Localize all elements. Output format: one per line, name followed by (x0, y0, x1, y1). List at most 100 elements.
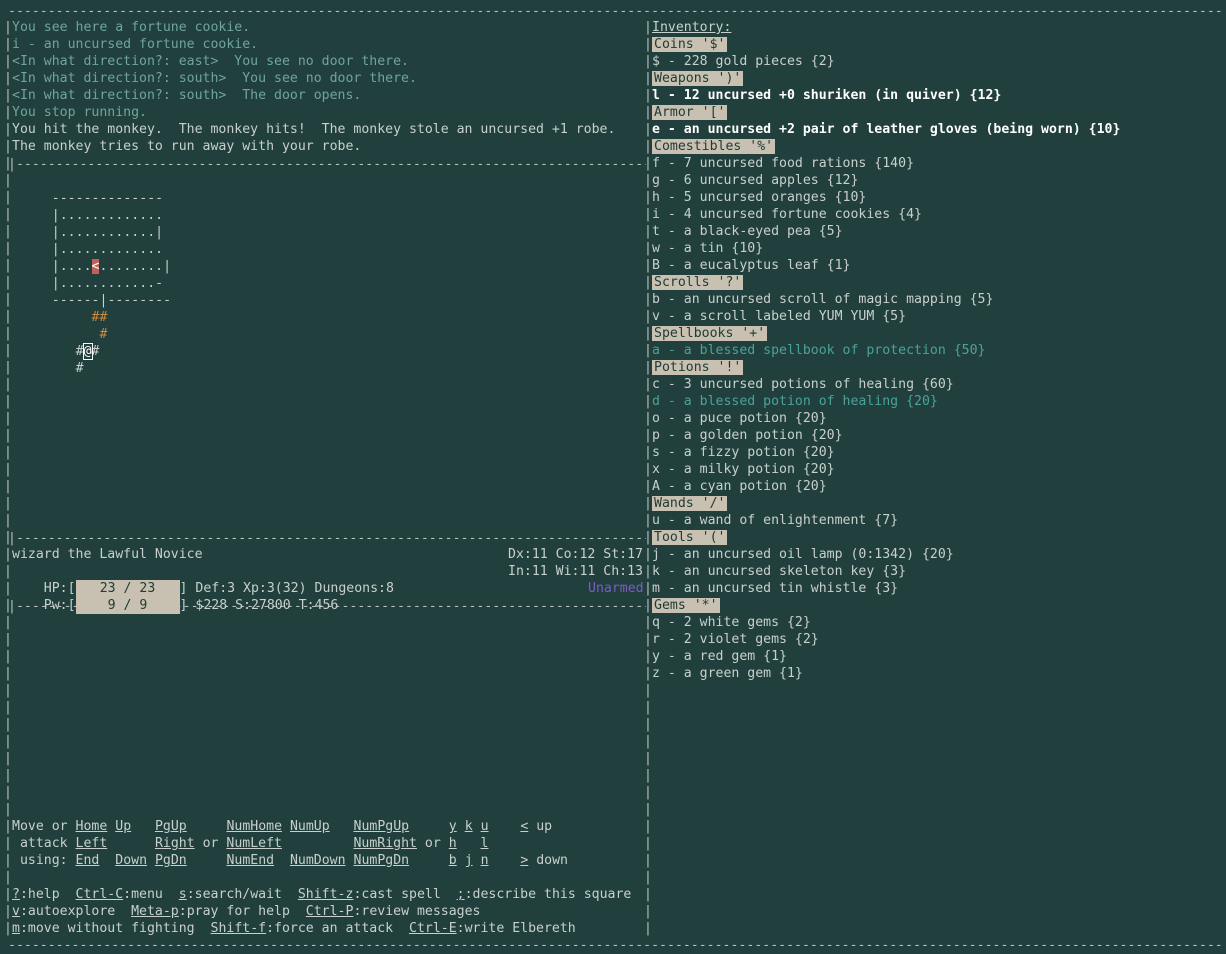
key-numdown[interactable]: NumDown (290, 853, 346, 868)
inventory-item[interactable]: d - a blessed potion of healing {20} (652, 393, 938, 410)
inventory-item[interactable]: y - a red gem {1} (652, 648, 787, 665)
inventory-item[interactable]: f - 7 uncursed food rations {140} (652, 155, 914, 172)
map-row: ## (12, 309, 171, 326)
key-numleft[interactable]: NumLeft (226, 836, 282, 851)
inventory-item[interactable]: b - an uncursed scroll of magic mapping … (652, 291, 993, 308)
key-y[interactable]: y (449, 819, 457, 834)
help-key-cmd2-0[interactable]: v (12, 904, 20, 919)
inventory-item[interactable]: h - 5 uncursed oranges {10} (652, 189, 866, 206)
border-segment: | (644, 71, 652, 86)
inventory-item[interactable]: k - an uncursed skeleton key {3} (652, 563, 906, 580)
help-key-cmd1-4[interactable]: ; (457, 887, 465, 902)
inventory-item[interactable]: m - an uncursed tin whistle {3} (652, 580, 898, 597)
key-j[interactable]: j (465, 853, 473, 868)
border-segment: | (4, 530, 12, 545)
inventory-item[interactable]: e - an uncursed +2 pair of leather glove… (652, 121, 1120, 138)
border-segment: | (4, 887, 12, 902)
help-key-cmd1-2[interactable]: s (179, 887, 187, 902)
border-segment: | (644, 870, 652, 885)
border-segment: | (644, 513, 652, 528)
inventory-item[interactable]: j - an uncursed oil lamp (0:1342) {20} (652, 546, 954, 563)
key-left[interactable]: Left (76, 836, 108, 851)
map-row: |............. (51, 208, 164, 223)
border-segment: | (4, 462, 12, 477)
inventory-item[interactable]: g - 6 uncursed apples {12} (652, 172, 858, 189)
key-h[interactable]: h (449, 836, 457, 851)
key-numpgup[interactable]: NumPgUp (354, 819, 410, 834)
key-numright[interactable]: NumRight (353, 836, 417, 851)
border-segment: | (644, 20, 652, 35)
inventory-item[interactable]: w - a tin {10} (652, 240, 763, 257)
border-segment: | (644, 700, 652, 715)
border-segment: | (4, 309, 12, 324)
inventory-item[interactable]: q - 2 white gems {2} (652, 614, 811, 631)
message-line: <In what direction?: south> The door ope… (12, 88, 362, 103)
border-segment: | (644, 224, 652, 239)
inventory-item[interactable]: v - a scroll labeled YUM YUM {5} (652, 308, 906, 325)
key-numhome[interactable]: NumHome (226, 819, 282, 834)
border-segment: | (644, 632, 652, 647)
hp-line: HP:[23 / 23] Def:3 Xp:3(32) Dungeons:8 (12, 563, 394, 597)
inventory-item[interactable]: c - 3 uncursed potions of healing {60} (652, 376, 954, 393)
inventory-item[interactable]: z - a green gem {1} (652, 665, 803, 682)
help-key-cmd3-2[interactable]: Ctrl-E (409, 921, 457, 936)
border-segment: | (644, 207, 652, 222)
inventory-category: Potions '!' (652, 359, 744, 376)
help-key-cmd1-0[interactable]: ? (12, 887, 20, 902)
border-segment: | (644, 683, 652, 698)
key-right[interactable]: Right (155, 836, 195, 851)
border-segment: | (644, 751, 652, 766)
border-segment: | (644, 904, 652, 919)
inventory-item[interactable]: a - a blessed spellbook of protection {5… (652, 342, 985, 359)
inventory-item[interactable]: s - a fizzy potion {20} (652, 444, 835, 461)
border-segment: | (4, 921, 12, 936)
help-key-cmd2-2[interactable]: Ctrl-P (306, 904, 354, 919)
border-segment: | (4, 836, 12, 851)
inventory-item[interactable]: l - 12 uncursed +0 shuriken (in quiver) … (652, 87, 1001, 104)
border-segment: | (644, 615, 652, 630)
key-pgup[interactable]: PgUp (155, 819, 187, 834)
help-key-cmd3-1[interactable]: Shift-f (211, 921, 267, 936)
key-home[interactable]: Home (76, 819, 108, 834)
border-segment: | (4, 88, 12, 103)
help-key-cmd3-0[interactable]: m (12, 921, 20, 936)
border-segment: | (644, 717, 652, 732)
help-key-desc: :menu (123, 887, 179, 902)
inventory-item[interactable]: A - a cyan potion {20} (652, 478, 827, 495)
inventory-item[interactable]: x - a milky potion {20} (652, 461, 835, 478)
inventory-item[interactable]: t - a black-eyed pea {5} (652, 223, 843, 240)
key-numpgdn[interactable]: NumPgDn (354, 853, 410, 868)
key-k[interactable]: k (465, 819, 473, 834)
border-segment: | (644, 479, 652, 494)
key-n[interactable]: n (481, 853, 489, 868)
help-key-cmd2-1[interactable]: Meta-p (131, 904, 179, 919)
border-segment: | (4, 853, 12, 868)
key-b[interactable]: b (449, 853, 457, 868)
inventory-item[interactable]: o - a puce potion {20} (652, 410, 827, 427)
key-pgdn[interactable]: PgDn (155, 853, 187, 868)
border-segment: | (644, 581, 652, 596)
key-up[interactable]: Up (115, 819, 131, 834)
key-l[interactable]: l (481, 836, 489, 851)
help-key-cmd1-1[interactable]: Ctrl-C (76, 887, 124, 902)
inventory-item[interactable]: $ - 228 gold pieces {2} (652, 53, 835, 70)
key-numup[interactable]: NumUp (290, 819, 330, 834)
key-numend[interactable]: NumEnd (226, 853, 274, 868)
map-row: #@# (12, 343, 171, 360)
help-key-cmd1-3[interactable]: Shift-z (298, 887, 354, 902)
key-end[interactable]: End (76, 853, 100, 868)
inventory-item[interactable]: u - a wand of enlightenment {7} (652, 512, 898, 529)
border-segment: | (644, 887, 652, 902)
inventory-item[interactable]: i - 4 uncursed fortune cookies {4} (652, 206, 922, 223)
inventory-item[interactable]: p - a golden potion {20} (652, 427, 843, 444)
dungeon-map[interactable]: -------------- |............. |.........… (12, 190, 171, 377)
key-down[interactable]: Down (115, 853, 147, 868)
key-u[interactable]: u (481, 819, 489, 834)
border-segment: | (4, 751, 12, 766)
inventory-item[interactable]: B - a eucalyptus leaf {1} (652, 257, 851, 274)
border-segment: | (644, 105, 652, 120)
border-segment: | (4, 71, 12, 86)
border-segment: | (4, 581, 12, 596)
border-segment: | (4, 156, 12, 171)
inventory-item[interactable]: r - 2 violet gems {2} (652, 631, 819, 648)
